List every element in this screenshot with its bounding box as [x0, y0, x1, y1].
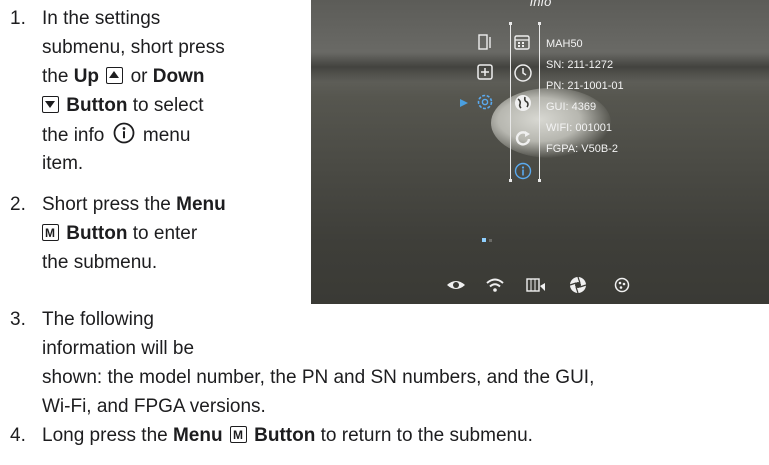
menu-label: Menu: [176, 194, 226, 215]
fpga-version: FGPA: V50B-2: [546, 143, 618, 155]
svg-text:M: M: [233, 428, 243, 441]
menu-bracket-left: [509, 22, 512, 182]
wifi-version: WIFI: 001001: [546, 122, 613, 134]
video-recording-icon: [526, 278, 545, 292]
part-number: PN: 21-1001-01: [546, 80, 624, 92]
globe-icon[interactable]: [513, 93, 533, 113]
step-line: information will be: [42, 338, 195, 359]
down-button-icon: [42, 96, 59, 113]
step-line-down: Button to select: [42, 93, 204, 119]
step-line: M Button to enter: [42, 221, 197, 247]
text: the info: [42, 125, 105, 146]
zoom-box-icon[interactable]: [476, 63, 494, 81]
up-button-icon: [106, 67, 124, 84]
step-line: item.: [42, 153, 84, 174]
device-info-list: MAH50 SN: 211-1272 PN: 21-1001-01 GUI: 4…: [546, 34, 624, 160]
text: the: [42, 66, 74, 87]
status-bar: [311, 274, 769, 298]
step-line-info: the info menu: [42, 122, 190, 152]
menu-button-icon: M: [229, 426, 247, 443]
reset-icon[interactable]: [513, 128, 533, 148]
down-label: Down: [152, 66, 205, 87]
step-line: Wi-Fi, and FPGA versions.: [42, 396, 266, 417]
horizon-band: [311, 52, 769, 82]
step-number: 2.: [10, 194, 26, 215]
clock-icon[interactable]: [513, 63, 533, 83]
step-line: In the settings: [42, 8, 161, 29]
text: Long press the: [42, 425, 173, 446]
eye-icon: [447, 281, 465, 289]
step-number: 4.: [10, 425, 26, 446]
text: to return to the submenu.: [315, 425, 533, 446]
text: Short press the: [42, 194, 177, 215]
gui-version: GUI: 4369: [546, 101, 597, 113]
step-line-up: the Up or Down: [42, 64, 205, 90]
step-line: Short press the Menu: [42, 192, 226, 218]
text: to enter: [127, 223, 198, 244]
svg-text:M: M: [45, 226, 55, 239]
wifi-icon: [486, 278, 504, 292]
menu-bracket-right: [538, 22, 541, 182]
step-number: 1.: [10, 8, 26, 29]
model-number: MAH50: [546, 38, 583, 50]
step-line: The following: [42, 309, 154, 330]
up-label: Up: [73, 66, 100, 87]
page-indicator: [482, 238, 492, 242]
calendar-icon[interactable]: [513, 33, 531, 51]
text: to select: [132, 95, 204, 116]
selection-arrow-icon: [460, 99, 468, 107]
step-line: submenu, short press: [42, 37, 225, 58]
step-line: Long press the Menu M Button to return t…: [42, 423, 533, 449]
shutter-icon: [569, 276, 587, 294]
settings-gear-icon[interactable]: [475, 92, 495, 112]
step-line: shown: the model number, the PN and SN n…: [42, 367, 595, 388]
menu-label: Menu: [172, 425, 223, 446]
button-label: Button: [66, 95, 128, 116]
step-line: the submenu.: [42, 252, 158, 273]
text: or: [130, 66, 153, 87]
button-label: Button: [66, 223, 128, 244]
serial-number: SN: 211-1272: [546, 59, 614, 71]
info-icon[interactable]: [514, 162, 532, 180]
menu-button-icon: M: [42, 224, 59, 241]
step-number: 3.: [10, 309, 26, 330]
text: menu: [142, 125, 191, 146]
button-label: Button: [254, 425, 316, 446]
palette-icon: [614, 277, 630, 293]
info-icon: [113, 122, 135, 152]
brightness-icon[interactable]: [476, 33, 494, 51]
device-screen: Info MAH50 SN: 211-1272 PN: 21-1001-01 G…: [311, 0, 769, 304]
screen-title: Info: [529, 0, 552, 9]
